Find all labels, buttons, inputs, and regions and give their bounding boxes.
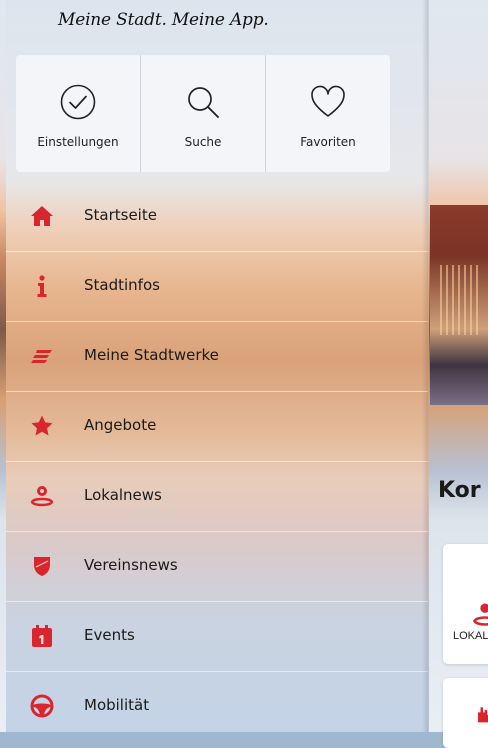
menu-item-mobilitaet[interactable]: Mobilität (6, 671, 428, 732)
news-card[interactable] (443, 678, 488, 748)
settings-label: Einstellungen (37, 135, 119, 149)
news-card[interactable]: LOKAL (443, 544, 488, 664)
menu-item-lokalnews[interactable]: Lokalnews (6, 461, 428, 531)
menu-item-angebote[interactable]: Angebote (6, 391, 428, 461)
menu-item-vereinsnews[interactable]: Vereinsnews (6, 531, 428, 601)
hand-icon (473, 704, 488, 729)
news-card-label: LOKAL (453, 630, 488, 642)
favorites-button[interactable]: Favoriten (265, 55, 390, 172)
menu-item-label: Stadtinfos (84, 276, 160, 294)
menu-item-label: Vereinsnews (84, 556, 178, 574)
settings-button[interactable]: Einstellungen (16, 55, 140, 172)
search-icon (184, 83, 222, 121)
search-label: Suche (184, 135, 222, 149)
menu-item-startseite[interactable]: Startseite (6, 182, 428, 251)
app-slogan: Meine Stadt. Meine App. (58, 10, 269, 30)
shield-icon (30, 554, 54, 578)
navigation-drawer: Meine Stadt. Meine App. Einstellungen Su… (6, 0, 429, 732)
search-button[interactable]: Suche (140, 55, 265, 172)
drawer-menu: Startseite Stadtinfos Meine Stadtwerke A… (6, 182, 428, 732)
menu-item-events[interactable]: Events (6, 601, 428, 671)
location-people-icon (30, 484, 54, 508)
quick-actions: Einstellungen Suche Favoriten (16, 55, 390, 172)
menu-item-label: Angebote (84, 416, 157, 434)
home-icon (30, 204, 54, 228)
menu-item-meine-stadtwerke[interactable]: Meine Stadtwerke (6, 321, 428, 391)
menu-item-label: Startseite (84, 206, 157, 224)
header-photo (430, 205, 488, 405)
calendar-icon (30, 624, 54, 648)
check-circle-icon (59, 83, 97, 121)
steering-wheel-icon (30, 694, 54, 718)
menu-item-label: Mobilität (84, 696, 150, 714)
stadtwerke-logo-icon (30, 344, 54, 368)
menu-item-label: Lokalnews (84, 486, 162, 504)
section-headline: Kor (438, 478, 481, 503)
star-icon (30, 414, 54, 438)
info-icon (30, 274, 54, 298)
favorites-label: Favoriten (300, 135, 356, 149)
menu-item-stadtinfos[interactable]: Stadtinfos (6, 251, 428, 321)
menu-item-label: Events (84, 626, 135, 644)
heart-icon (309, 83, 347, 121)
menu-item-label: Meine Stadtwerke (84, 346, 219, 364)
